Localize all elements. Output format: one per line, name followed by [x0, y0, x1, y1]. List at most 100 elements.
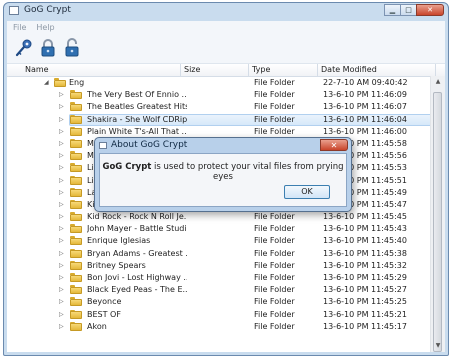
expand-arrow-icon[interactable]: ▷	[59, 115, 64, 125]
collapse-arrow-icon[interactable]: ◢	[44, 78, 49, 88]
scrollbar-thumb[interactable]	[433, 92, 442, 352]
expand-arrow-icon[interactable]: ▷	[59, 188, 64, 198]
expand-arrow-icon[interactable]: ▷	[59, 273, 64, 283]
tree-row[interactable]: ▷ BEST OF File Folder 13-6-10 PM 11:45:21	[7, 309, 436, 321]
folder-icon	[70, 236, 82, 246]
scroll-down-arrow-icon[interactable]: ▼	[431, 340, 445, 352]
row-date: 13-6-10 PM 11:46:09	[323, 90, 407, 100]
folder-icon	[70, 102, 82, 112]
unlock-button[interactable]	[63, 38, 81, 58]
folder-icon	[70, 260, 82, 270]
column-type[interactable]: Type	[252, 65, 270, 74]
expand-arrow-icon[interactable]: ▷	[59, 139, 64, 149]
tree-row[interactable]: ▷ Black Eyed Peas - The E... File Folder 13…	[7, 284, 436, 296]
folder-icon	[70, 248, 82, 258]
row-name: Beyonce	[87, 297, 122, 307]
tree-row[interactable]: ▷ Bon Jovi - Lost Highway ... File Folder 1…	[7, 272, 436, 284]
folder-icon	[70, 273, 82, 282]
expand-arrow-icon[interactable]: ▷	[59, 297, 64, 307]
folder-icon	[70, 309, 82, 319]
tree-row-root[interactable]: ◢ Eng File Folder 22-7-10 AM 09:40:42	[7, 77, 436, 89]
row-type: File Folder	[254, 212, 295, 222]
toolbar	[7, 33, 445, 64]
expand-arrow-icon[interactable]: ▷	[59, 176, 64, 186]
tree-row[interactable]: ▷ Akon File Folder 13-6-10 PM 11:45:17	[7, 321, 436, 333]
expand-arrow-icon[interactable]: ▷	[59, 261, 64, 271]
folder-icon	[70, 212, 82, 222]
tree-row[interactable]: ▷ Bryan Adams - Greatest ... File Folder 13…	[7, 248, 436, 260]
row-type: File Folder	[254, 285, 295, 295]
tree-row[interactable]: ▷ Kid Rock - Rock N Roll Je... File Folder…	[7, 211, 436, 223]
title-bar[interactable]: GoG Crypt ▁ □ ✕	[4, 3, 448, 19]
encrypt-key-button[interactable]	[15, 38, 33, 58]
folder-icon	[70, 285, 82, 295]
row-name: Kid Rock - Rock N Roll Je...	[87, 212, 187, 222]
expand-arrow-icon[interactable]: ▷	[59, 249, 64, 259]
row-type: File Folder	[254, 260, 295, 270]
minimize-button[interactable]: ▁	[384, 4, 401, 16]
dialog-title: About GoG Crypt	[111, 140, 188, 150]
row-name: The Beatles Greatest Hits	[87, 102, 187, 112]
folder-icon	[70, 138, 82, 148]
row-date: 13-6-10 PM 11:45:38	[323, 248, 407, 258]
column-divider[interactable]	[435, 64, 436, 76]
vertical-scrollbar[interactable]: ▲ ▼	[430, 76, 445, 352]
expand-arrow-icon[interactable]: ▷	[59, 102, 64, 112]
close-button[interactable]: ✕	[416, 4, 444, 16]
dialog-message: GoG Crypt is used to protect your vital …	[100, 162, 346, 182]
row-type: File Folder	[254, 297, 295, 307]
tree-row[interactable]: ▷ The Beatles Greatest Hits File Folder 13-…	[7, 101, 436, 113]
maximize-button[interactable]: □	[400, 4, 417, 16]
row-name: Enrique Iglesias	[87, 236, 151, 246]
expand-arrow-icon[interactable]: ▷	[59, 285, 64, 295]
row-date: 13-6-10 PM 11:45:40	[323, 236, 407, 246]
column-date-modified[interactable]: Date Modified	[321, 65, 377, 74]
expand-arrow-icon[interactable]: ▷	[59, 200, 64, 210]
menu-file[interactable]: File	[13, 23, 26, 32]
row-date: 13-6-10 PM 11:45:21	[323, 309, 407, 319]
expand-arrow-icon[interactable]: ▷	[59, 224, 64, 234]
tree-row[interactable]: ▷ Enrique Iglesias File Folder 13-6-10 PM 1…	[7, 235, 436, 247]
row-date: 22-7-10 AM 09:40:42	[323, 78, 408, 87]
menu-help[interactable]: Help	[36, 23, 54, 32]
expand-arrow-icon[interactable]: ▷	[59, 90, 64, 100]
folder-icon	[70, 126, 82, 136]
dialog-app-name: GoG Crypt	[102, 162, 152, 172]
dialog-close-button[interactable]: ✕	[320, 139, 348, 151]
row-date: 13-6-10 PM 11:46:00	[323, 126, 407, 136]
tree-row[interactable]: ▷ Shakira - She Wolf CDRip... File Folder 1…	[7, 113, 436, 126]
column-size[interactable]: Size	[184, 65, 200, 74]
tree-row[interactable]: ▷ Beyonce File Folder 13-6-10 PM 11:45:25	[7, 296, 436, 308]
ok-button[interactable]: OK	[284, 185, 330, 199]
row-name: Shakira - She Wolf CDRip...	[87, 114, 187, 124]
lock-button[interactable]	[39, 38, 57, 58]
menu-bar: File Help	[7, 21, 445, 33]
expand-arrow-icon[interactable]: ▷	[59, 212, 64, 222]
row-type: File Folder	[254, 126, 295, 136]
column-divider[interactable]	[317, 64, 318, 76]
folder-icon	[70, 321, 82, 331]
about-dialog: About GoG Crypt ✕ GoG Crypt is used to p…	[94, 137, 352, 212]
row-name: Bryan Adams - Greatest ...	[87, 248, 187, 258]
expand-arrow-icon[interactable]: ▷	[59, 322, 64, 332]
row-date: 13-6-10 PM 11:45:29	[323, 273, 407, 282]
expand-arrow-icon[interactable]: ▷	[59, 310, 64, 320]
row-type: File Folder	[254, 102, 295, 112]
expand-arrow-icon[interactable]: ▷	[59, 127, 64, 137]
row-date: 13-6-10 PM 11:45:25	[323, 297, 407, 307]
expand-arrow-icon[interactable]: ▷	[59, 163, 64, 173]
tree-row[interactable]: ▷ The Very Best Of Ennio ... File Folder 13…	[7, 89, 436, 101]
column-name[interactable]: Name	[25, 65, 49, 74]
row-name: Plain White T's-All That ...	[87, 126, 187, 136]
row-name: Eng	[69, 78, 85, 87]
tree-row[interactable]: ▷ John Mayer - Battle Studi... File Folder…	[7, 223, 436, 235]
column-divider[interactable]	[180, 64, 181, 76]
expand-arrow-icon[interactable]: ▷	[59, 236, 64, 246]
column-divider[interactable]	[248, 64, 249, 76]
row-type: File Folder	[254, 236, 295, 246]
row-name: Britney Spears	[87, 260, 146, 270]
scroll-up-arrow-icon[interactable]: ▲	[431, 76, 445, 88]
expand-arrow-icon[interactable]: ▷	[59, 151, 64, 161]
tree-row[interactable]: ▷ Britney Spears File Folder 13-6-10 PM 11:…	[7, 260, 436, 272]
row-type: File Folder	[254, 273, 295, 282]
